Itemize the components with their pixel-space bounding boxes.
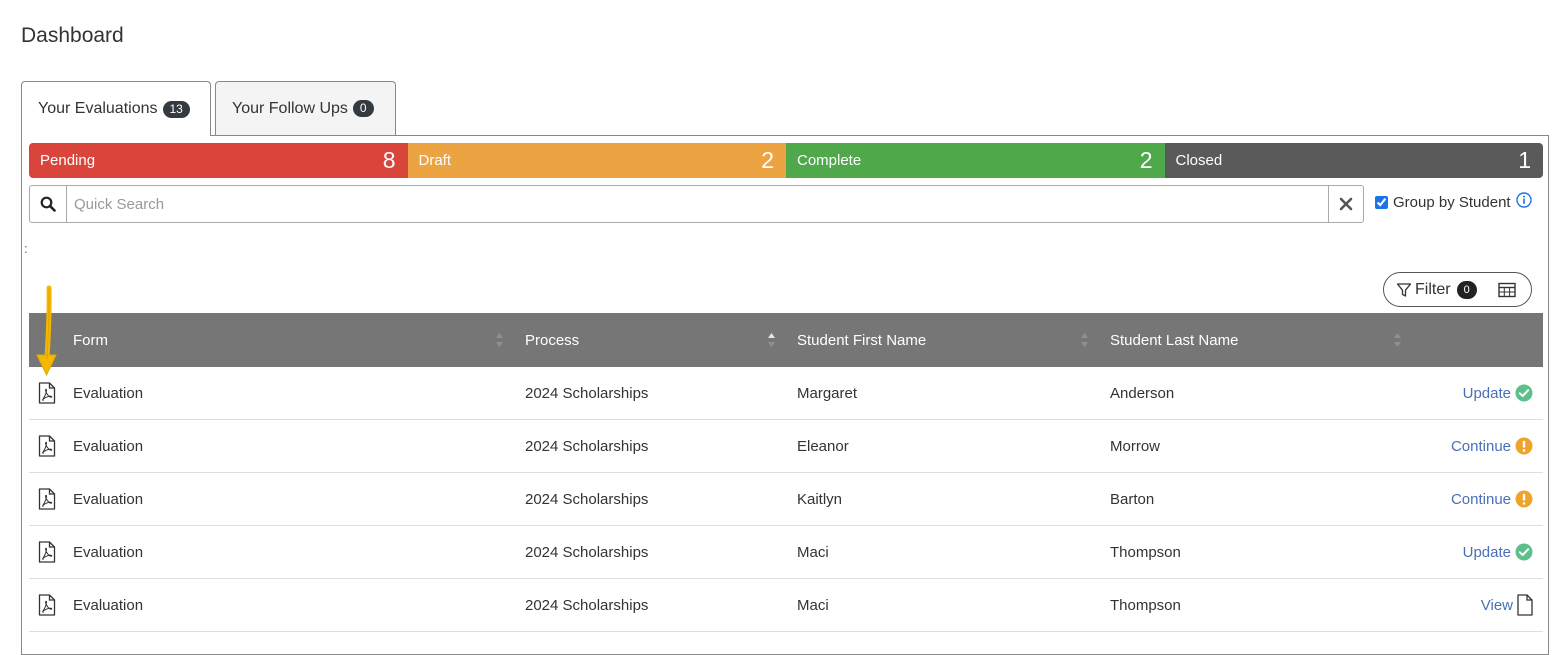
stray-text: : bbox=[24, 241, 28, 256]
filter-label: Filter bbox=[1415, 280, 1451, 298]
quick-search-input[interactable] bbox=[67, 186, 1328, 222]
sort-ascending-icon[interactable] bbox=[767, 313, 776, 367]
last-name-cell: Morrow bbox=[1110, 437, 1161, 455]
process-cell: 2024 Scholarships bbox=[525, 596, 649, 614]
status-count: 2 bbox=[1139, 147, 1153, 173]
close-icon bbox=[1339, 197, 1353, 211]
first-name-cell: Eleanor bbox=[797, 437, 849, 455]
column-header-label: Form bbox=[73, 331, 108, 349]
process-cell: 2024 Scholarships bbox=[525, 437, 649, 455]
group-by-student-toggle[interactable]: Group by Student bbox=[1375, 192, 1532, 212]
column-header-label: Process bbox=[525, 331, 580, 349]
row-action-label: Continue bbox=[1450, 490, 1511, 508]
sort-icon[interactable] bbox=[1080, 313, 1089, 367]
table-row: Evaluation 2024 Scholarships Maci Thompson U… bbox=[29, 526, 1543, 579]
status-complete[interactable]: Complete 2 bbox=[786, 143, 1165, 178]
last-name-cell: Barton bbox=[1110, 490, 1155, 508]
last-name-cell: Anderson bbox=[1110, 384, 1175, 402]
table-tools: Filter 0 bbox=[1383, 272, 1532, 307]
column-chooser-button[interactable] bbox=[1497, 282, 1516, 298]
status-count: 2 bbox=[761, 147, 774, 173]
pdf-icon[interactable] bbox=[38, 435, 56, 461]
row-action-link[interactable]: Update bbox=[1463, 526, 1533, 578]
count-badge: 13 bbox=[162, 100, 190, 118]
count-badge: 0 bbox=[352, 100, 374, 117]
first-name-cell: Margaret bbox=[797, 384, 858, 402]
table-grid-icon bbox=[1497, 282, 1516, 297]
row-action-label: Update bbox=[1462, 543, 1511, 561]
status-count: 1 bbox=[1518, 147, 1531, 173]
status-label: Complete bbox=[797, 152, 862, 169]
quick-search-box bbox=[29, 185, 1364, 223]
check-circle-icon bbox=[1515, 384, 1533, 402]
group-by-student-label: Group by Student bbox=[1393, 193, 1511, 211]
process-cell: 2024 Scholarships bbox=[525, 490, 649, 508]
table-header: Form Process Student First Name Student … bbox=[29, 313, 1543, 367]
check-circle-icon bbox=[1515, 543, 1533, 561]
status-summary-bar: Pending 8 Draft 2 Complete 2 Closed 1 bbox=[29, 143, 1543, 178]
column-header-student-first-name[interactable]: Student First Name bbox=[797, 313, 926, 367]
filter-count-badge: 0 bbox=[1456, 280, 1477, 299]
form-cell: Evaluation bbox=[73, 596, 144, 614]
status-pending[interactable]: Pending 8 bbox=[29, 143, 408, 178]
filter-button[interactable]: Filter 0 bbox=[1396, 280, 1477, 299]
process-cell: 2024 Scholarships bbox=[525, 384, 649, 402]
table-row: Evaluation 2024 Scholarships Eleanor Morrow… bbox=[29, 420, 1543, 473]
page-title: Dashboard bbox=[21, 24, 124, 47]
sort-icon[interactable] bbox=[495, 313, 504, 367]
table-row: Evaluation 2024 Scholarships Kaitlyn Barton… bbox=[29, 473, 1543, 526]
row-action-label: Update bbox=[1462, 384, 1511, 402]
status-closed[interactable]: Closed 1 bbox=[1164, 143, 1543, 178]
first-name-cell: Maci bbox=[797, 543, 829, 561]
status-label: Closed bbox=[1175, 152, 1223, 169]
first-name-cell: Kaitlyn bbox=[797, 490, 843, 508]
pdf-icon[interactable] bbox=[38, 488, 56, 514]
filter-icon bbox=[1396, 282, 1412, 297]
form-cell: Evaluation bbox=[73, 543, 144, 561]
pdf-icon[interactable] bbox=[38, 382, 56, 408]
tab-your-evaluations[interactable]: Your Evaluations 13 bbox=[21, 81, 211, 136]
row-action-link[interactable]: View bbox=[1481, 579, 1533, 631]
column-header-label: Student First Name bbox=[797, 331, 927, 349]
process-cell: 2024 Scholarships bbox=[525, 543, 649, 561]
exclamation-circle-icon bbox=[1515, 437, 1533, 455]
table-row: Evaluation 2024 Scholarships Maci Thompson V… bbox=[29, 579, 1543, 632]
exclamation-circle-icon bbox=[1515, 490, 1533, 508]
column-header-student-last-name[interactable]: Student Last Name bbox=[1110, 313, 1238, 367]
row-action-link[interactable]: Continue bbox=[1451, 420, 1533, 472]
form-cell: Evaluation bbox=[73, 437, 144, 455]
column-header-label: Student Last Name bbox=[1110, 331, 1239, 349]
form-cell: Evaluation bbox=[73, 384, 144, 402]
status-count: 8 bbox=[382, 147, 396, 173]
row-action-link[interactable]: Continue bbox=[1451, 473, 1533, 525]
status-label: Pending bbox=[40, 152, 96, 169]
pdf-icon[interactable] bbox=[38, 541, 56, 567]
form-cell: Evaluation bbox=[73, 490, 144, 508]
first-name-cell: Maci bbox=[797, 596, 829, 614]
row-action-label: Continue bbox=[1450, 437, 1511, 455]
column-header-process[interactable]: Process bbox=[525, 313, 579, 367]
last-name-cell: Thompson bbox=[1110, 596, 1181, 614]
document-icon bbox=[1517, 594, 1533, 616]
info-icon[interactable] bbox=[1515, 192, 1532, 212]
status-label: Draft bbox=[418, 152, 452, 169]
row-action-label: View bbox=[1480, 596, 1513, 614]
last-name-cell: Thompson bbox=[1110, 543, 1181, 561]
column-header-form[interactable]: Form bbox=[73, 313, 108, 367]
pdf-icon[interactable] bbox=[38, 594, 56, 620]
tab-your-follow-ups[interactable]: Your Follow Ups 0 bbox=[215, 81, 396, 135]
table-row: Evaluation 2024 Scholarships Margaret Ander… bbox=[29, 367, 1543, 420]
group-by-student-checkbox[interactable] bbox=[1375, 195, 1388, 209]
row-action-link[interactable]: Update bbox=[1463, 367, 1533, 419]
tab-label: Your Follow Ups bbox=[232, 99, 348, 117]
tab-label: Your Evaluations bbox=[38, 100, 158, 117]
status-draft[interactable]: Draft 2 bbox=[407, 143, 786, 178]
sort-icon[interactable] bbox=[1393, 313, 1402, 367]
search-icon bbox=[30, 186, 67, 222]
clear-search-button[interactable] bbox=[1328, 186, 1363, 222]
